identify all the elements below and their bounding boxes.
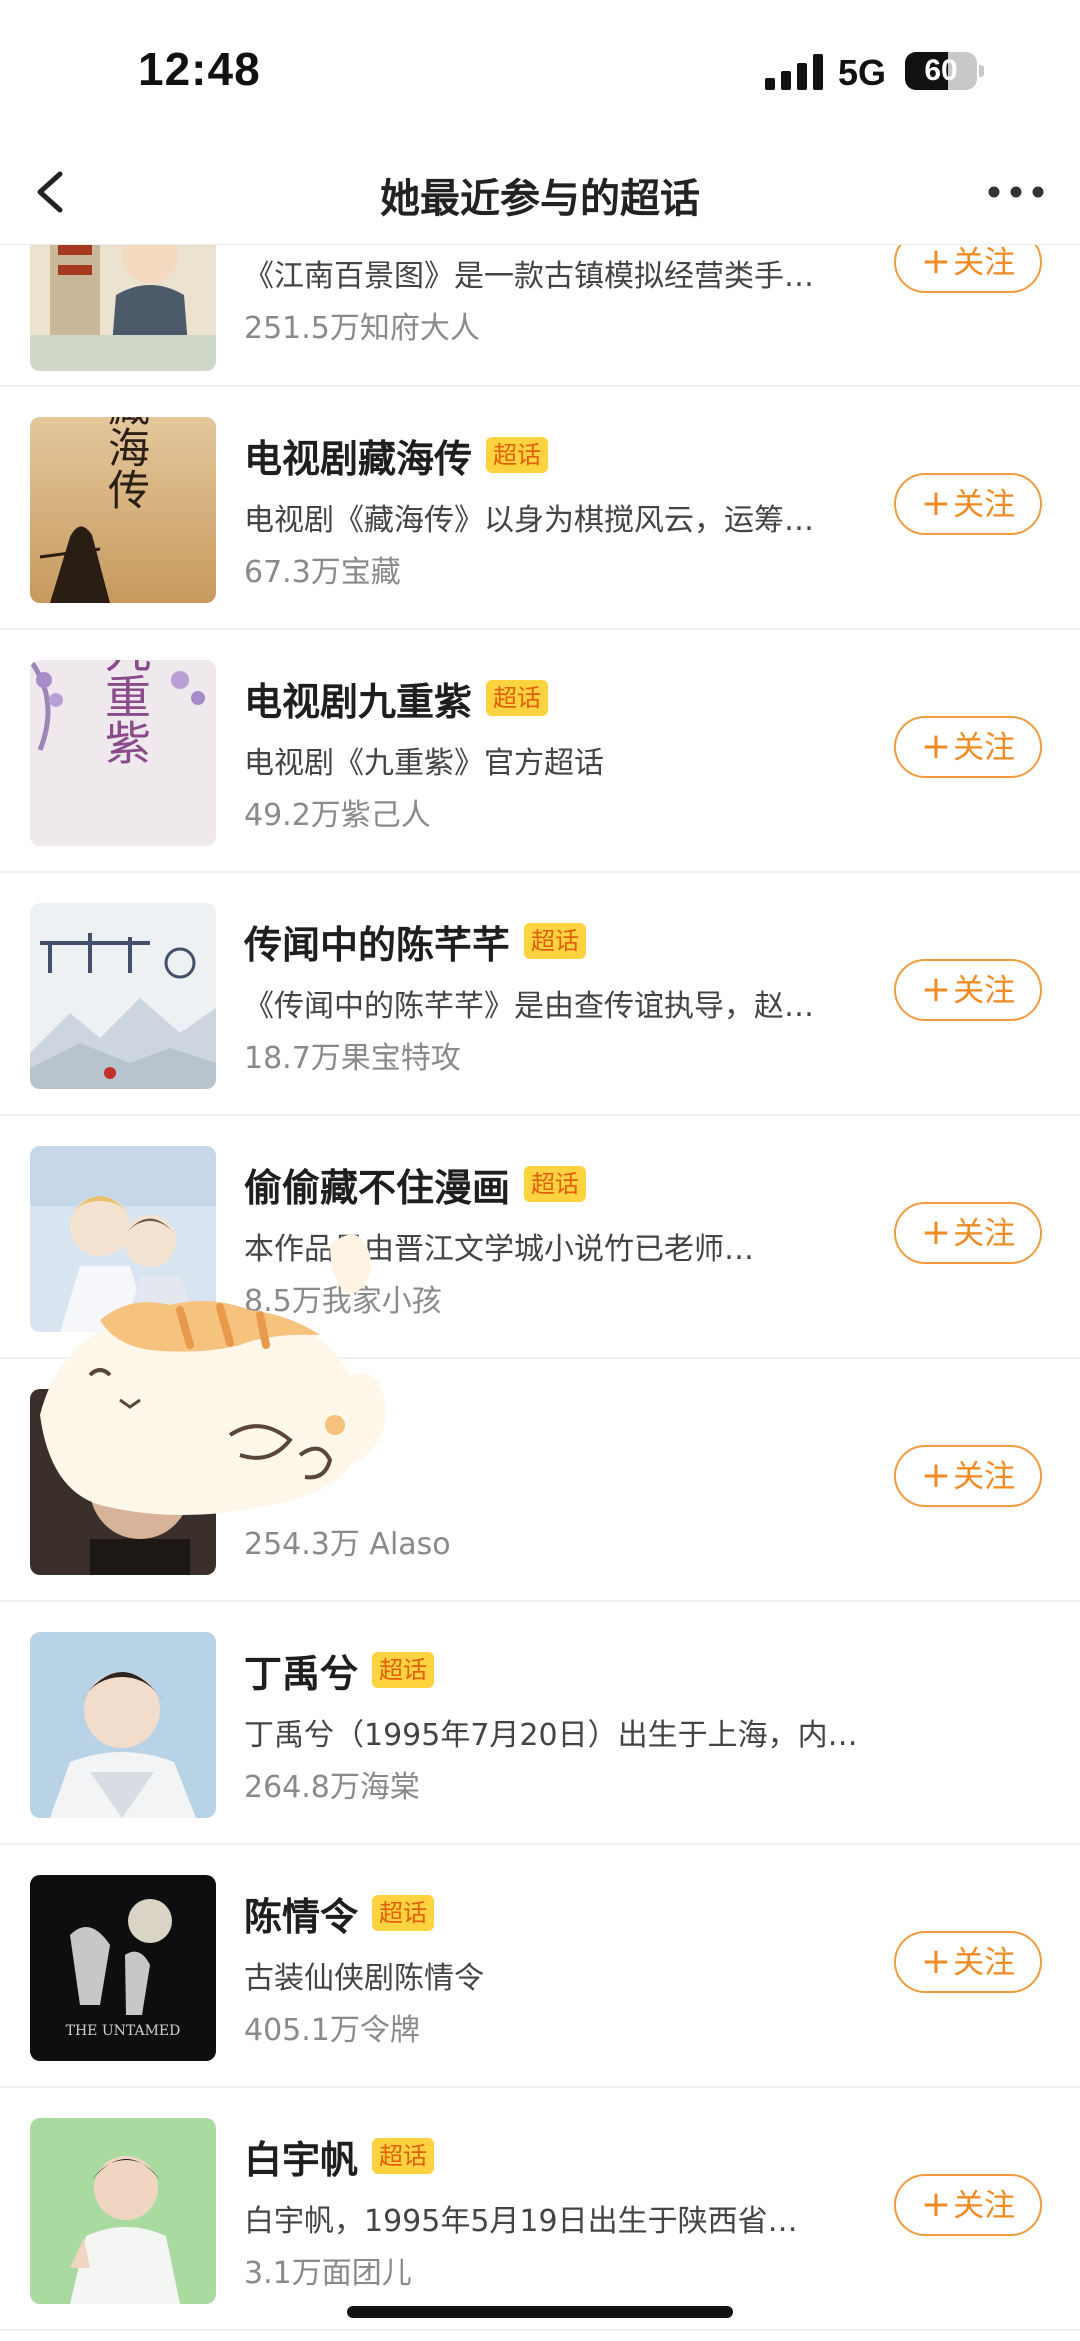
topic-fans: 18.7万果宝特攻	[244, 1041, 461, 1076]
topic-description: 《江南百景图》是一款古镇模拟经营类手…	[244, 259, 814, 294]
follow-label: 关注	[953, 245, 1016, 281]
topic-title: 偷偷藏不住漫画	[244, 1165, 511, 1210]
topic-title: 电视剧九重紫	[244, 679, 473, 724]
topic-thumbnail	[30, 245, 216, 371]
follow-label: 关注	[953, 1459, 1016, 1495]
topic-fans: 251.5万知府大人	[244, 311, 480, 346]
topic-title: 白宇帆	[244, 2137, 359, 2182]
plus-icon: +	[920, 726, 952, 767]
super-topic-badge: 超话	[372, 2138, 435, 2174]
super-topic-badge: 超话	[486, 437, 549, 473]
topic-fans: 49.2万紫己人	[244, 798, 431, 833]
topic-description: 古装仙侠剧陈情令	[244, 1961, 484, 1996]
cat-sticker	[40, 1234, 386, 1515]
plus-icon: +	[920, 245, 952, 282]
page-title: 她最近参与的超话	[380, 176, 700, 222]
topic-fans: 67.3万宝藏	[244, 555, 401, 590]
topic-thumbnail	[30, 903, 216, 1089]
follow-label: 关注	[953, 487, 1016, 523]
plus-icon: +	[920, 483, 952, 524]
follow-button[interactable]: +关注	[894, 473, 1042, 535]
follow-button[interactable]: +关注	[894, 1445, 1042, 1507]
follow-label: 关注	[953, 2188, 1016, 2224]
topic-thumbnail: 九重紫	[30, 660, 216, 846]
thumb-text: 九重紫	[98, 660, 152, 765]
topic-description: 电视剧《藏海传》以身为棋搅风云，运筹…	[244, 503, 814, 538]
follow-label: 关注	[953, 973, 1016, 1009]
plus-icon: +	[920, 1941, 952, 1982]
follow-button[interactable]: +关注	[894, 1931, 1042, 1993]
list-item[interactable]: 九重紫 电视剧九重紫 超话 电视剧《九重紫》官方超话 49.2万紫己人 +关注	[0, 630, 1080, 873]
topic-thumbnail	[30, 2118, 216, 2304]
list-item[interactable]: THE UNTAMED 陈情令 超话 古装仙侠剧陈情令 405.1万令牌 +关注	[0, 1845, 1080, 2088]
plus-icon: +	[920, 969, 952, 1010]
topic-fans: 264.8万海棠	[244, 1770, 420, 1805]
list-item[interactable]: 藏海传 电视剧藏海传 超话 电视剧《藏海传》以身为棋搅风云，运筹… 67.3万宝…	[0, 387, 1080, 630]
thumb-text: 藏海传	[102, 417, 151, 510]
topic-fans: 3.1万面团儿	[244, 2256, 412, 2291]
plus-icon: +	[920, 1212, 952, 1253]
topic-description: 《传闻中的陈芊芊》是由查传谊执导，赵…	[244, 989, 814, 1024]
status-bar: 12:48 5G 60	[0, 0, 1080, 140]
follow-button[interactable]: +关注	[894, 245, 1042, 293]
home-indicator	[347, 2306, 733, 2318]
battery-level: 60	[924, 54, 958, 87]
thumb-text: THE UNTAMED	[66, 2023, 181, 2039]
status-time: 12:48	[138, 43, 261, 95]
follow-label: 关注	[953, 730, 1016, 766]
list-item[interactable]: 白宇帆 超话 白宇帆，1995年5月19日出生于陕西省… 3.1万面团儿 +关注	[0, 2088, 1080, 2331]
list-item[interactable]: 《江南百景图》是一款古镇模拟经营类手… 251.5万知府大人 +关注	[0, 245, 1080, 387]
follow-button[interactable]: +关注	[894, 2174, 1042, 2236]
super-topic-badge: 超话	[524, 923, 587, 959]
topic-description: 电视剧《九重紫》官方超话	[244, 746, 604, 781]
follow-button[interactable]: +关注	[894, 716, 1042, 778]
topic-description: 丁禹兮（1995年7月20日）出生于上海，内地男演员…	[244, 1718, 864, 1753]
super-topic-badge: 超话	[486, 680, 549, 716]
topic-title: 电视剧藏海传	[244, 436, 473, 481]
network-label: 5G	[838, 52, 887, 93]
more-icon[interactable]	[986, 178, 1046, 206]
follow-button[interactable]: +关注	[894, 1202, 1042, 1264]
topic-thumbnail: 藏海传	[30, 417, 216, 603]
follow-label: 关注	[953, 1216, 1016, 1252]
plus-icon: +	[920, 1455, 952, 1496]
nav-bar: 她最近参与的超话	[0, 140, 1080, 245]
topic-title: 传闻中的陈芊芊	[244, 922, 511, 967]
topic-thumbnail: THE UNTAMED	[30, 1875, 216, 2061]
topic-title: 陈情令	[244, 1894, 359, 1939]
plus-icon: +	[920, 2184, 952, 2225]
super-topic-badge: 超话	[372, 1652, 435, 1688]
super-topic-badge: 超话	[524, 1166, 587, 1202]
battery-icon: 60	[905, 52, 984, 92]
list-item[interactable]: 丁禹兮 超话 丁禹兮（1995年7月20日）出生于上海，内地男演员… 264.8…	[0, 1602, 1080, 1845]
follow-label: 关注	[953, 1945, 1016, 1981]
list-item[interactable]: 传闻中的陈芊芊 超话 《传闻中的陈芊芊》是由查传谊执导，赵… 18.7万果宝特攻…	[0, 873, 1080, 1116]
topic-fans: 405.1万令牌	[244, 2013, 420, 2048]
topic-title: 丁禹兮	[244, 1651, 359, 1696]
signal-icon	[765, 54, 823, 90]
follow-button[interactable]: +关注	[894, 959, 1042, 1021]
super-topic-badge: 超话	[372, 1895, 435, 1931]
topic-description: 白宇帆，1995年5月19日出生于陕西省…	[244, 2204, 798, 2239]
topic-thumbnail	[30, 1632, 216, 1818]
